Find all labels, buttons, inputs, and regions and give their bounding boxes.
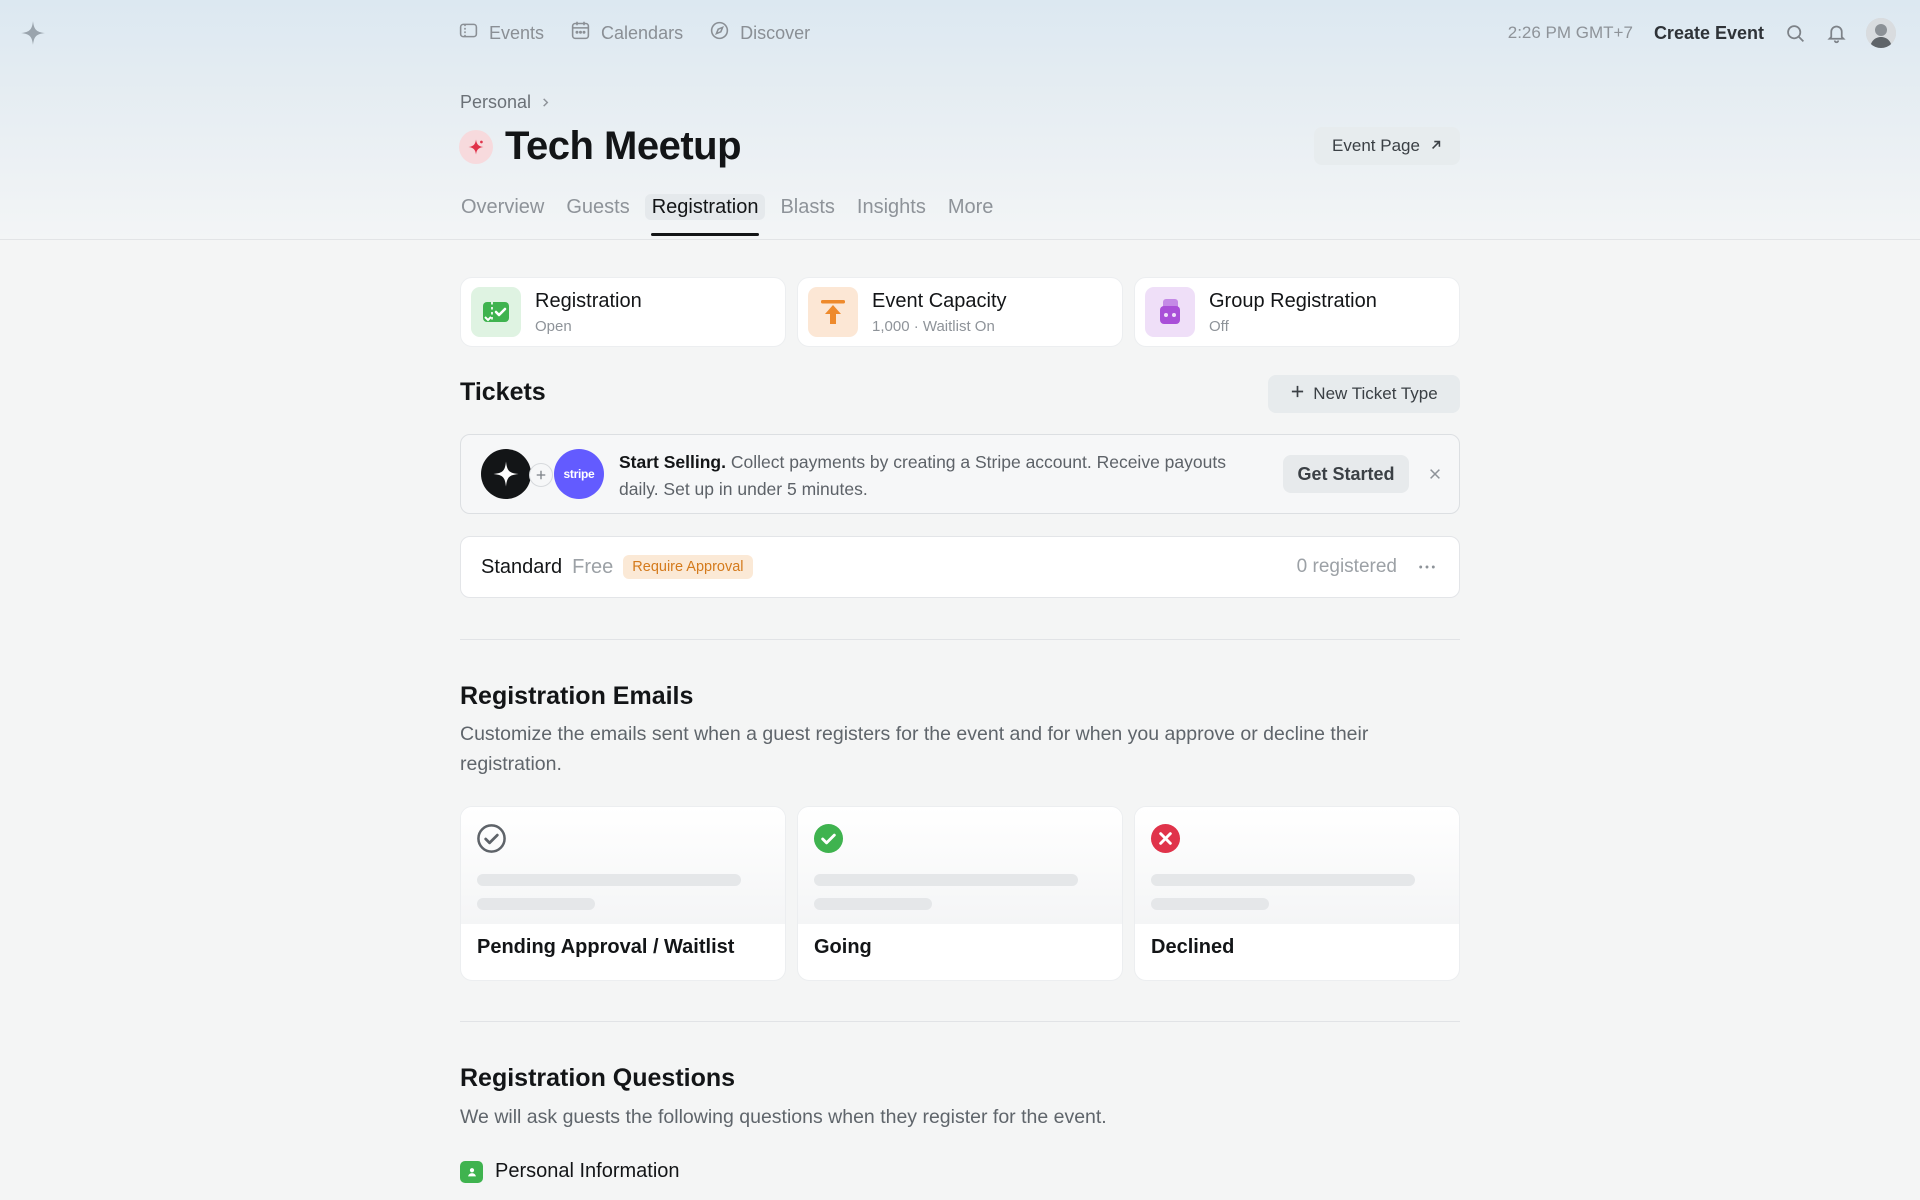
group-registration-card-title: Group Registration bbox=[1209, 289, 1377, 312]
placeholder-line bbox=[1151, 874, 1415, 886]
plus-icon bbox=[1290, 384, 1305, 404]
tab-more-label: More bbox=[947, 196, 994, 218]
id-card-icon bbox=[460, 1160, 483, 1183]
registration-questions-title: Registration Questions bbox=[460, 1064, 736, 1092]
nav-calendars-label: Calendars bbox=[601, 22, 684, 43]
tab-registration-label: Registration bbox=[644, 194, 766, 220]
registration-card-title: Registration bbox=[535, 289, 642, 312]
more-options-icon[interactable] bbox=[1415, 555, 1439, 579]
nav-discover-label: Discover bbox=[740, 22, 811, 43]
avatar[interactable] bbox=[1866, 18, 1896, 48]
registration-card[interactable]: Registration Open bbox=[460, 277, 786, 347]
breadcrumb[interactable]: Personal bbox=[460, 92, 551, 113]
current-time: 2:26 PM GMT+7 bbox=[1507, 23, 1633, 42]
personal-information-label: Personal Information bbox=[495, 1160, 680, 1182]
get-started-button[interactable]: Get Started bbox=[1283, 455, 1409, 493]
registered-count: 0 registered bbox=[1296, 556, 1397, 577]
stripe-banner-text: Start Selling. Collect payments by creat… bbox=[619, 449, 1269, 503]
registration-card-status: Open bbox=[535, 317, 572, 335]
nav-calendars[interactable]: Calendars bbox=[570, 20, 683, 46]
email-preview bbox=[798, 807, 1122, 924]
tab-blasts[interactable]: Blasts bbox=[779, 196, 835, 240]
event-capacity-card-status: 1,000 · Waitlist On bbox=[872, 317, 995, 335]
search-icon[interactable] bbox=[1784, 22, 1806, 44]
group-registration-card[interactable]: Group Registration Off bbox=[1134, 277, 1460, 347]
placeholder-line bbox=[814, 898, 932, 910]
top-nav: Events Calendars Discover bbox=[458, 20, 810, 46]
top-nav-right: 2:26 PM GMT+7 Create Event bbox=[1508, 16, 1896, 50]
arrow-up-right-icon bbox=[1430, 136, 1442, 156]
group-registration-card-status: Off bbox=[1209, 317, 1229, 335]
ticket-name: Standard bbox=[481, 555, 563, 578]
stripe-logo-text: stripe bbox=[563, 467, 595, 481]
compass-icon bbox=[709, 20, 730, 46]
page-title: Tech Meetup bbox=[505, 124, 742, 168]
title-row: Tech Meetup bbox=[459, 124, 742, 169]
placeholder-line bbox=[814, 874, 1078, 886]
divider bbox=[460, 1021, 1460, 1022]
ticket-row-standard[interactable]: Standard Free Require Approval 0 registe… bbox=[460, 536, 1460, 598]
registration-emails-desc: Customize the emails sent when a guest r… bbox=[460, 723, 1369, 775]
calendar-icon bbox=[570, 20, 591, 46]
tab-bar: Overview Guests Registration Blasts Insi… bbox=[460, 194, 995, 240]
stripe-logo-icon: stripe bbox=[554, 449, 604, 499]
event-capacity-card-title: Event Capacity bbox=[872, 289, 1007, 312]
new-ticket-type-label: New Ticket Type bbox=[1313, 384, 1438, 403]
placeholder-line bbox=[477, 874, 741, 886]
sparkle-icon bbox=[459, 129, 493, 164]
tab-guests[interactable]: Guests bbox=[565, 196, 630, 240]
create-event-link[interactable]: Create Event bbox=[1654, 23, 1764, 44]
ticket-check-icon bbox=[471, 287, 521, 337]
nav-discover[interactable]: Discover bbox=[709, 20, 810, 46]
stripe-banner-bold: Start Selling. bbox=[619, 452, 726, 472]
placeholder-line bbox=[1151, 898, 1269, 910]
breadcrumb-personal[interactable]: Personal bbox=[460, 92, 531, 113]
stripe-banner: stripe Start Selling. Collect payments b… bbox=[460, 434, 1460, 514]
registration-emails-title: Registration Emails bbox=[460, 682, 694, 710]
tab-overview[interactable]: Overview bbox=[460, 196, 545, 240]
ticket-icon bbox=[458, 20, 479, 46]
chevron-right-icon bbox=[540, 92, 551, 113]
personal-information-row: Personal Information bbox=[460, 1160, 680, 1183]
bell-icon[interactable] bbox=[1825, 22, 1847, 44]
new-ticket-type-button[interactable]: New Ticket Type bbox=[1268, 375, 1460, 413]
registration-questions-desc: We will ask guests the following questio… bbox=[460, 1106, 1107, 1128]
event-capacity-card[interactable]: Event Capacity 1,000 · Waitlist On bbox=[797, 277, 1123, 347]
tickets-title: Tickets bbox=[460, 378, 546, 406]
email-card-going[interactable]: Going bbox=[797, 806, 1123, 981]
tab-guests-label: Guests bbox=[566, 196, 630, 218]
nav-events-label: Events bbox=[489, 22, 545, 43]
ticket-price: Free bbox=[572, 555, 614, 578]
email-card-declined[interactable]: Declined bbox=[1134, 806, 1460, 981]
event-page-button[interactable]: Event Page bbox=[1314, 127, 1460, 165]
group-icon bbox=[1145, 287, 1195, 337]
email-preview bbox=[461, 807, 785, 924]
plus-circle-icon bbox=[529, 463, 553, 487]
close-icon[interactable] bbox=[1423, 462, 1447, 486]
email-card-label: Going bbox=[814, 936, 872, 958]
tab-insights-label: Insights bbox=[856, 196, 926, 218]
nav-events[interactable]: Events bbox=[458, 20, 544, 46]
placeholder-line bbox=[477, 898, 595, 910]
declined-x-icon bbox=[1150, 823, 1181, 854]
tab-overview-label: Overview bbox=[461, 196, 545, 218]
logo-star-icon[interactable] bbox=[20, 20, 46, 46]
capacity-arrow-icon bbox=[808, 287, 858, 337]
going-check-icon bbox=[813, 823, 844, 854]
tab-insights[interactable]: Insights bbox=[856, 196, 927, 240]
tab-blasts-label: Blasts bbox=[780, 196, 835, 218]
event-page-label: Event Page bbox=[1332, 136, 1420, 155]
tab-more[interactable]: More bbox=[947, 196, 995, 240]
email-card-pending[interactable]: Pending Approval / Waitlist bbox=[460, 806, 786, 981]
pending-check-icon bbox=[477, 824, 506, 853]
require-approval-badge: Require Approval bbox=[623, 555, 753, 579]
luma-logo-icon bbox=[481, 449, 531, 499]
email-preview bbox=[1135, 807, 1459, 924]
email-card-label: Pending Approval / Waitlist bbox=[477, 936, 735, 958]
email-card-label: Declined bbox=[1151, 936, 1235, 958]
tab-registration[interactable]: Registration bbox=[644, 194, 766, 240]
divider bbox=[460, 639, 1460, 640]
